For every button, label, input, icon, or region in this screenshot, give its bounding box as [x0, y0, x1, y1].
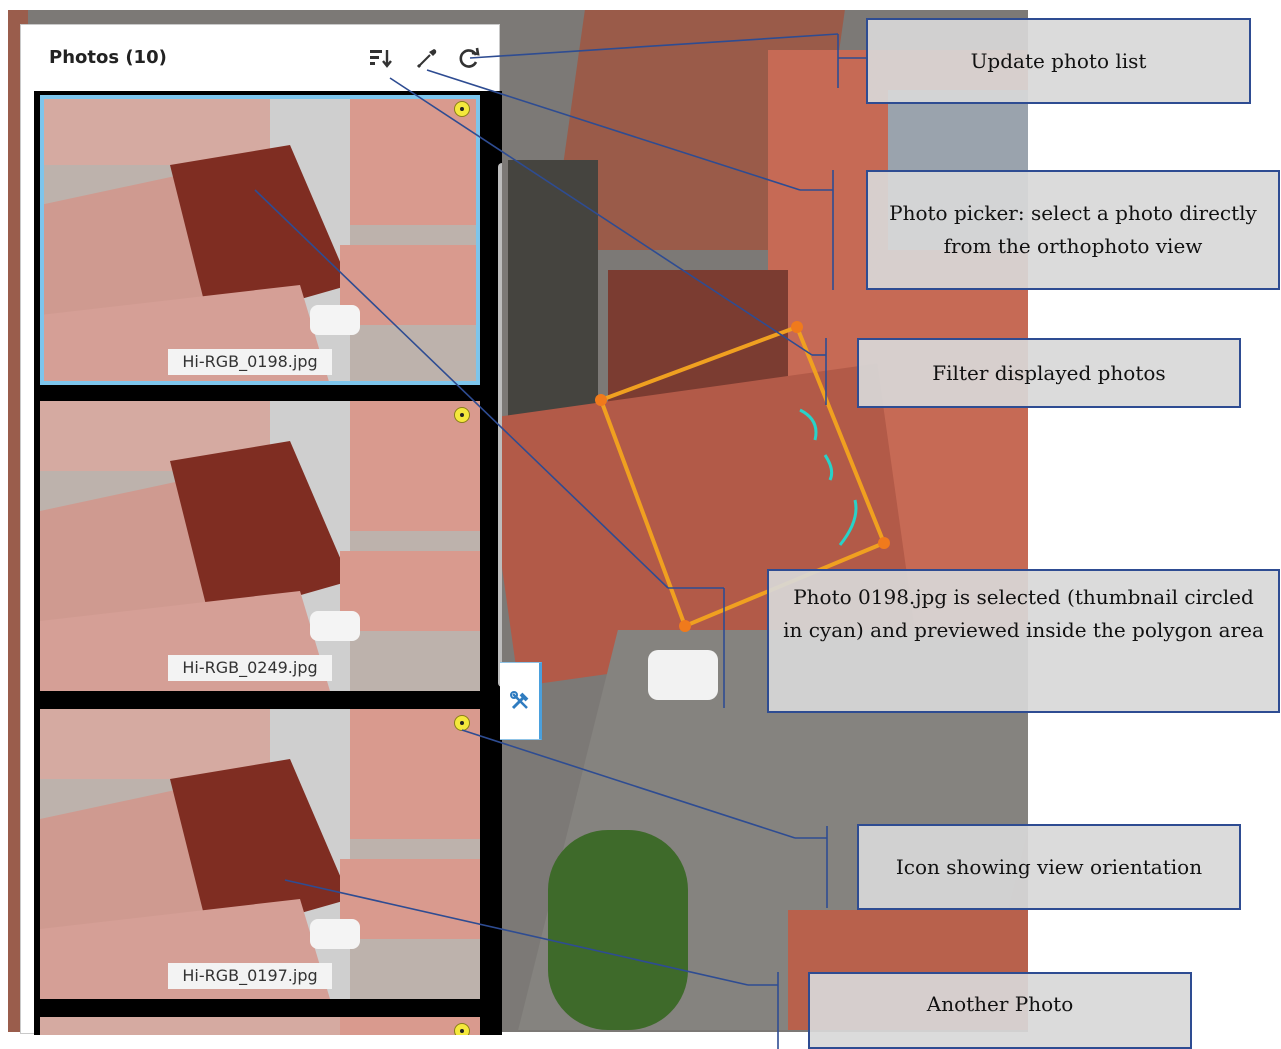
callout-text: Icon showing view orientation [895, 854, 1203, 879]
callout-photo-picker: Photo picker: select a photo directly fr… [866, 170, 1280, 290]
callout-filter: Filter displayed photos [857, 338, 1241, 408]
callout-text: Photo 0198.jpg is selected (thumbnail ci… [783, 585, 1264, 642]
polygon-vertex[interactable] [878, 537, 890, 549]
leader-lines [254, 33, 866, 1049]
callout-orientation: Icon showing view orientation [857, 824, 1241, 910]
callout-text: Another Photo [926, 992, 1074, 1016]
polygon-vertex[interactable] [679, 620, 691, 632]
callout-text: Filter displayed photos [932, 360, 1166, 385]
polygon-vertex[interactable] [595, 394, 607, 406]
cyan-edge-marks [799, 408, 858, 546]
callout-selected-photo: Photo 0198.jpg is selected (thumbnail ci… [767, 569, 1280, 713]
callout-text: Update photo list [970, 48, 1147, 73]
callout-another-photo: Another Photo [808, 972, 1192, 1049]
callout-update-photo-list: Update photo list [866, 18, 1251, 104]
callout-text: Photo picker: select a photo directly fr… [889, 201, 1257, 258]
polygon-vertex[interactable] [791, 321, 803, 333]
